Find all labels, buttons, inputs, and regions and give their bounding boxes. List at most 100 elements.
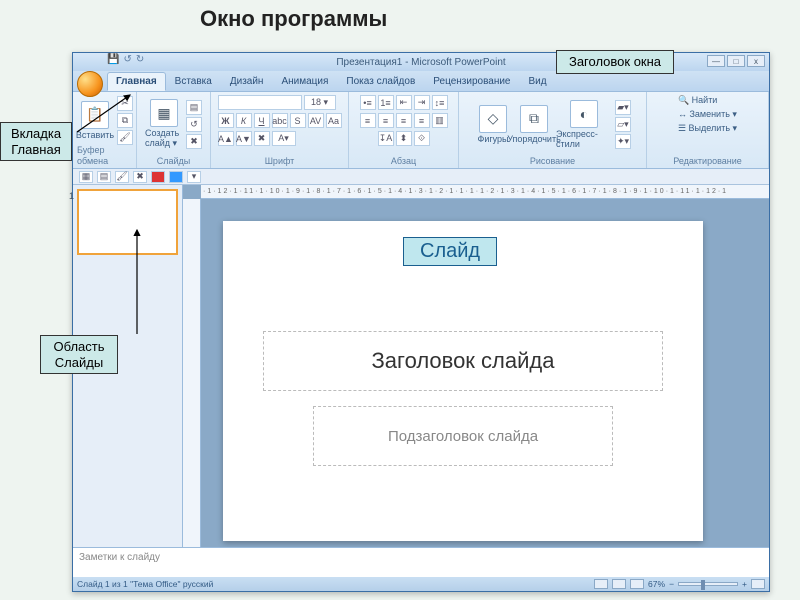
sec-icon[interactable]: 🖌 <box>115 171 129 183</box>
replace-button[interactable]: ↔ Заменить ▾ <box>678 109 737 120</box>
layout-icon[interactable]: ▤ <box>186 100 202 115</box>
bullets-button[interactable]: •≡ <box>360 95 376 110</box>
tab-slideshow[interactable]: Показ слайдов <box>337 72 424 91</box>
text-direction-button[interactable]: ↧A <box>378 131 394 146</box>
callout-slide: Слайд <box>403 237 497 266</box>
italic-button[interactable]: К <box>236 113 252 128</box>
group-label-clipboard: Буфер обмена <box>77 145 132 167</box>
shrink-font-button[interactable]: A▼ <box>236 131 252 146</box>
tab-insert[interactable]: Вставка <box>166 72 221 91</box>
slide-editor-pane[interactable]: ·1·12·1·11·1·10·1·9·1·8·1·7·1·6·1·5·1·4·… <box>183 185 769 547</box>
sec-icon[interactable] <box>151 171 165 183</box>
select-button[interactable]: ☰ Выделить ▾ <box>678 123 737 134</box>
new-slide-icon: ▦ <box>150 99 178 127</box>
quick-styles-button[interactable]: ◐ Экспресс-стили <box>556 100 612 149</box>
justify-button[interactable]: ≡ <box>414 113 430 128</box>
font-color-button[interactable]: A▾ <box>272 131 296 146</box>
reset-icon[interactable]: ↺ <box>186 117 202 132</box>
tab-animation[interactable]: Анимация <box>272 72 337 91</box>
char-spacing-button[interactable]: AV <box>308 113 324 128</box>
zoom-out-button[interactable]: − <box>669 579 674 589</box>
sec-icon[interactable] <box>169 171 183 183</box>
tab-view[interactable]: Вид <box>520 72 556 91</box>
undo-icon[interactable]: ↺ <box>123 54 131 65</box>
sec-icon[interactable]: ✖ <box>133 171 147 183</box>
slide-thumbnail-1[interactable] <box>77 189 178 255</box>
clear-format-button[interactable]: ✖ <box>254 131 270 146</box>
indent-inc-button[interactable]: ⇥ <box>414 95 430 110</box>
paste-button[interactable]: 📋 Вставить <box>76 101 114 140</box>
slide-subtitle-placeholder[interactable]: Подзаголовок слайда <box>313 406 613 466</box>
grow-font-button[interactable]: A▲ <box>218 131 234 146</box>
arrange-button[interactable]: ⧉ Упорядочить <box>515 105 553 144</box>
redo-icon[interactable]: ↻ <box>136 54 144 65</box>
view-normal-button[interactable] <box>594 579 608 589</box>
shape-effects-button[interactable]: ✦▾ <box>615 134 631 149</box>
copy-icon[interactable]: ⧉ <box>117 113 133 128</box>
quick-access-toolbar[interactable]: 💾 ↺ ↻ <box>107 54 144 65</box>
tab-review[interactable]: Рецензирование <box>424 72 519 91</box>
group-label-paragraph: Абзац <box>391 156 416 167</box>
find-button[interactable]: 🔍 Найти <box>678 95 717 106</box>
strike-button[interactable]: abc <box>272 113 288 128</box>
slide-title-placeholder[interactable]: Заголовок слайда <box>263 331 663 391</box>
ribbon-tabs: Главная Вставка Дизайн Анимация Показ сл… <box>73 71 769 91</box>
view-sorter-button[interactable] <box>612 579 626 589</box>
new-slide-label: Создать слайд ▾ <box>145 128 183 149</box>
font-family-dropdown[interactable] <box>218 95 302 110</box>
window-title: Презентация1 - Microsoft PowerPoint <box>336 57 505 68</box>
shape-fill-button[interactable]: ▰▾ <box>615 100 631 115</box>
sec-icon[interactable]: ▾ <box>187 171 201 183</box>
tab-design[interactable]: Дизайн <box>221 72 273 91</box>
group-font: 18 ▾ Ж К Ч abc S AV Aa A▲ A▼ ✖ A▾ <box>211 92 349 168</box>
group-label-editing: Редактирование <box>673 156 742 167</box>
sec-icon[interactable]: ▤ <box>97 171 111 183</box>
clipboard-icon: 📋 <box>81 101 109 129</box>
slide-canvas[interactable]: Слайд Заголовок слайда Подзаголовок слай… <box>223 221 703 541</box>
align-center-button[interactable]: ≡ <box>378 113 394 128</box>
indent-dec-button[interactable]: ⇤ <box>396 95 412 110</box>
shapes-icon: ◇ <box>479 105 507 133</box>
arrange-icon: ⧉ <box>520 105 548 133</box>
sec-icon[interactable]: ▦ <box>79 171 93 183</box>
fit-to-window-button[interactable] <box>751 579 765 589</box>
vertical-ruler <box>183 199 201 547</box>
office-orb-button[interactable] <box>77 71 103 97</box>
shape-outline-button[interactable]: ▱▾ <box>615 117 631 132</box>
save-icon[interactable]: 💾 <box>107 54 119 65</box>
horizontal-ruler: ·1·12·1·11·1·10·1·9·1·8·1·7·1·6·1·5·1·4·… <box>201 185 769 199</box>
status-left: Слайд 1 из 1 "Тема Office" русский <box>77 579 213 589</box>
quick-styles-icon: ◐ <box>570 100 598 128</box>
zoom-slider[interactable] <box>678 582 738 586</box>
arrange-label: Упорядочить <box>507 134 561 144</box>
delete-slide-icon[interactable]: ✖ <box>186 134 202 149</box>
tab-home[interactable]: Главная <box>107 72 166 91</box>
group-paragraph: •≡ 1≡ ⇤ ⇥ ↕≡ ≡ ≡ ≡ ≡ ▥ ↧A ⬍ ⟐ <box>349 92 459 168</box>
shadow-button[interactable]: S <box>290 113 306 128</box>
align-left-button[interactable]: ≡ <box>360 113 376 128</box>
font-size-dropdown[interactable]: 18 ▾ <box>304 95 336 110</box>
columns-button[interactable]: ▥ <box>432 113 448 128</box>
smartart-button[interactable]: ⟐ <box>414 131 430 146</box>
align-text-button[interactable]: ⬍ <box>396 131 412 146</box>
callout-titlebar: Заголовок окна <box>556 50 674 74</box>
line-spacing-button[interactable]: ↕≡ <box>432 95 448 110</box>
notes-pane[interactable]: Заметки к слайду <box>73 547 769 577</box>
maximize-button[interactable]: □ <box>727 55 745 67</box>
align-right-button[interactable]: ≡ <box>396 113 412 128</box>
change-case-button[interactable]: Aa <box>326 113 342 128</box>
group-label-drawing: Рисование <box>530 156 575 167</box>
minimize-button[interactable]: — <box>707 55 725 67</box>
underline-button[interactable]: Ч <box>254 113 270 128</box>
new-slide-button[interactable]: ▦ Создать слайд ▾ <box>145 99 183 149</box>
close-button[interactable]: x <box>747 55 765 67</box>
numbering-button[interactable]: 1≡ <box>378 95 394 110</box>
bold-button[interactable]: Ж <box>218 113 234 128</box>
cut-icon[interactable]: ✂ <box>117 96 133 111</box>
view-slideshow-button[interactable] <box>630 579 644 589</box>
zoom-value: 67% <box>648 579 665 589</box>
shapes-label: Фигуры <box>477 134 508 144</box>
zoom-in-button[interactable]: + <box>742 579 747 589</box>
format-painter-icon[interactable]: 🖌 <box>117 130 133 145</box>
ribbon: 📋 Вставить ✂ ⧉ 🖌 Буфер обмена ▦ Создать … <box>73 91 769 169</box>
